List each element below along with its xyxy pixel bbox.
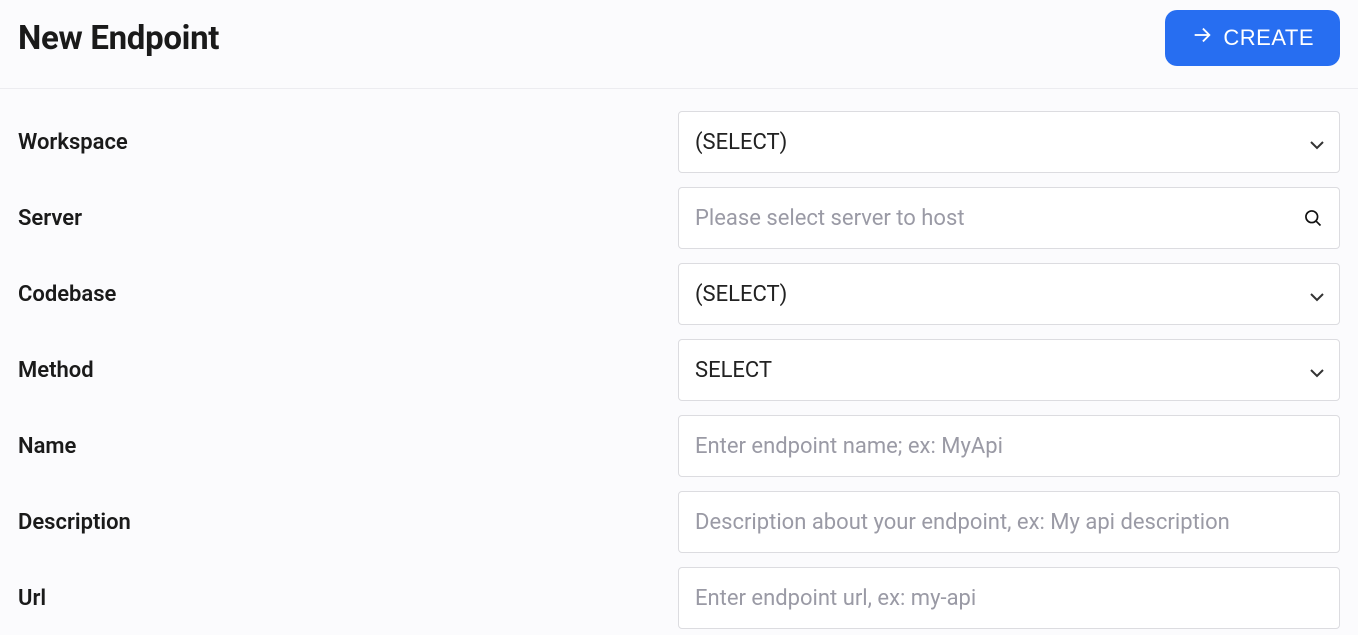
workspace-row: Workspace (SELECT) [18,111,1340,173]
method-select[interactable]: SELECT [678,339,1340,401]
search-icon[interactable] [1302,207,1324,229]
server-input[interactable] [678,187,1340,249]
server-label: Server [18,206,678,231]
codebase-select[interactable]: (SELECT) [678,263,1340,325]
description-row: Description [18,491,1340,553]
create-button[interactable]: CREATE [1165,10,1340,66]
codebase-row: Codebase (SELECT) [18,263,1340,325]
page-header: New Endpoint CREATE [0,0,1358,89]
server-row: Server [18,187,1340,249]
codebase-label: Codebase [18,282,678,307]
workspace-select[interactable]: (SELECT) [678,111,1340,173]
url-label: Url [18,586,678,611]
url-input[interactable] [678,567,1340,629]
create-button-label: CREATE [1223,25,1314,51]
form-container: Workspace (SELECT) Server Codebase (SELE… [0,89,1358,629]
url-row: Url [18,567,1340,629]
name-row: Name [18,415,1340,477]
description-label: Description [18,510,678,535]
workspace-label: Workspace [18,130,678,155]
name-label: Name [18,434,678,459]
arrow-right-icon [1191,24,1213,52]
method-row: Method SELECT [18,339,1340,401]
page-title: New Endpoint [18,19,219,58]
description-input[interactable] [678,491,1340,553]
method-label: Method [18,358,678,383]
name-input[interactable] [678,415,1340,477]
